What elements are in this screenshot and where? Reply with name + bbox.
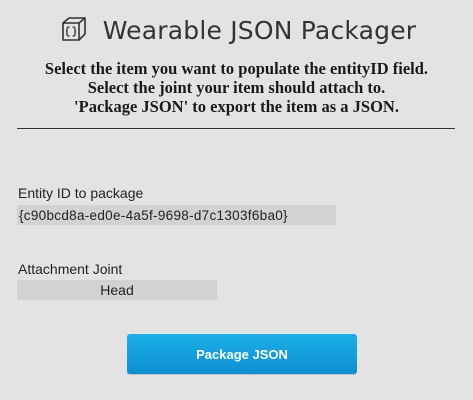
app-header: Wearable JSON Packager	[0, 10, 473, 50]
package-json-button[interactable]: Package JSON	[127, 334, 357, 374]
instruction-line: Select the joint your item should attach…	[87, 78, 386, 97]
cube-icon	[61, 17, 86, 41]
divider	[17, 128, 455, 129]
instruction-line: Select the item you want to populate the…	[44, 59, 429, 78]
entity-id-label: Entity ID to package	[18, 185, 144, 201]
instructions: Select the item you want to populate the…	[0, 59, 473, 116]
attachment-joint-select[interactable]: Head	[17, 280, 217, 300]
entity-id-field[interactable]	[17, 205, 336, 225]
attachment-joint-value: Head	[100, 282, 134, 298]
instruction-line: 'Package JSON' to export the item as a J…	[74, 97, 399, 116]
app-title: Wearable JSON Packager	[102, 15, 417, 45]
attachment-joint-label: Attachment Joint	[18, 261, 123, 277]
